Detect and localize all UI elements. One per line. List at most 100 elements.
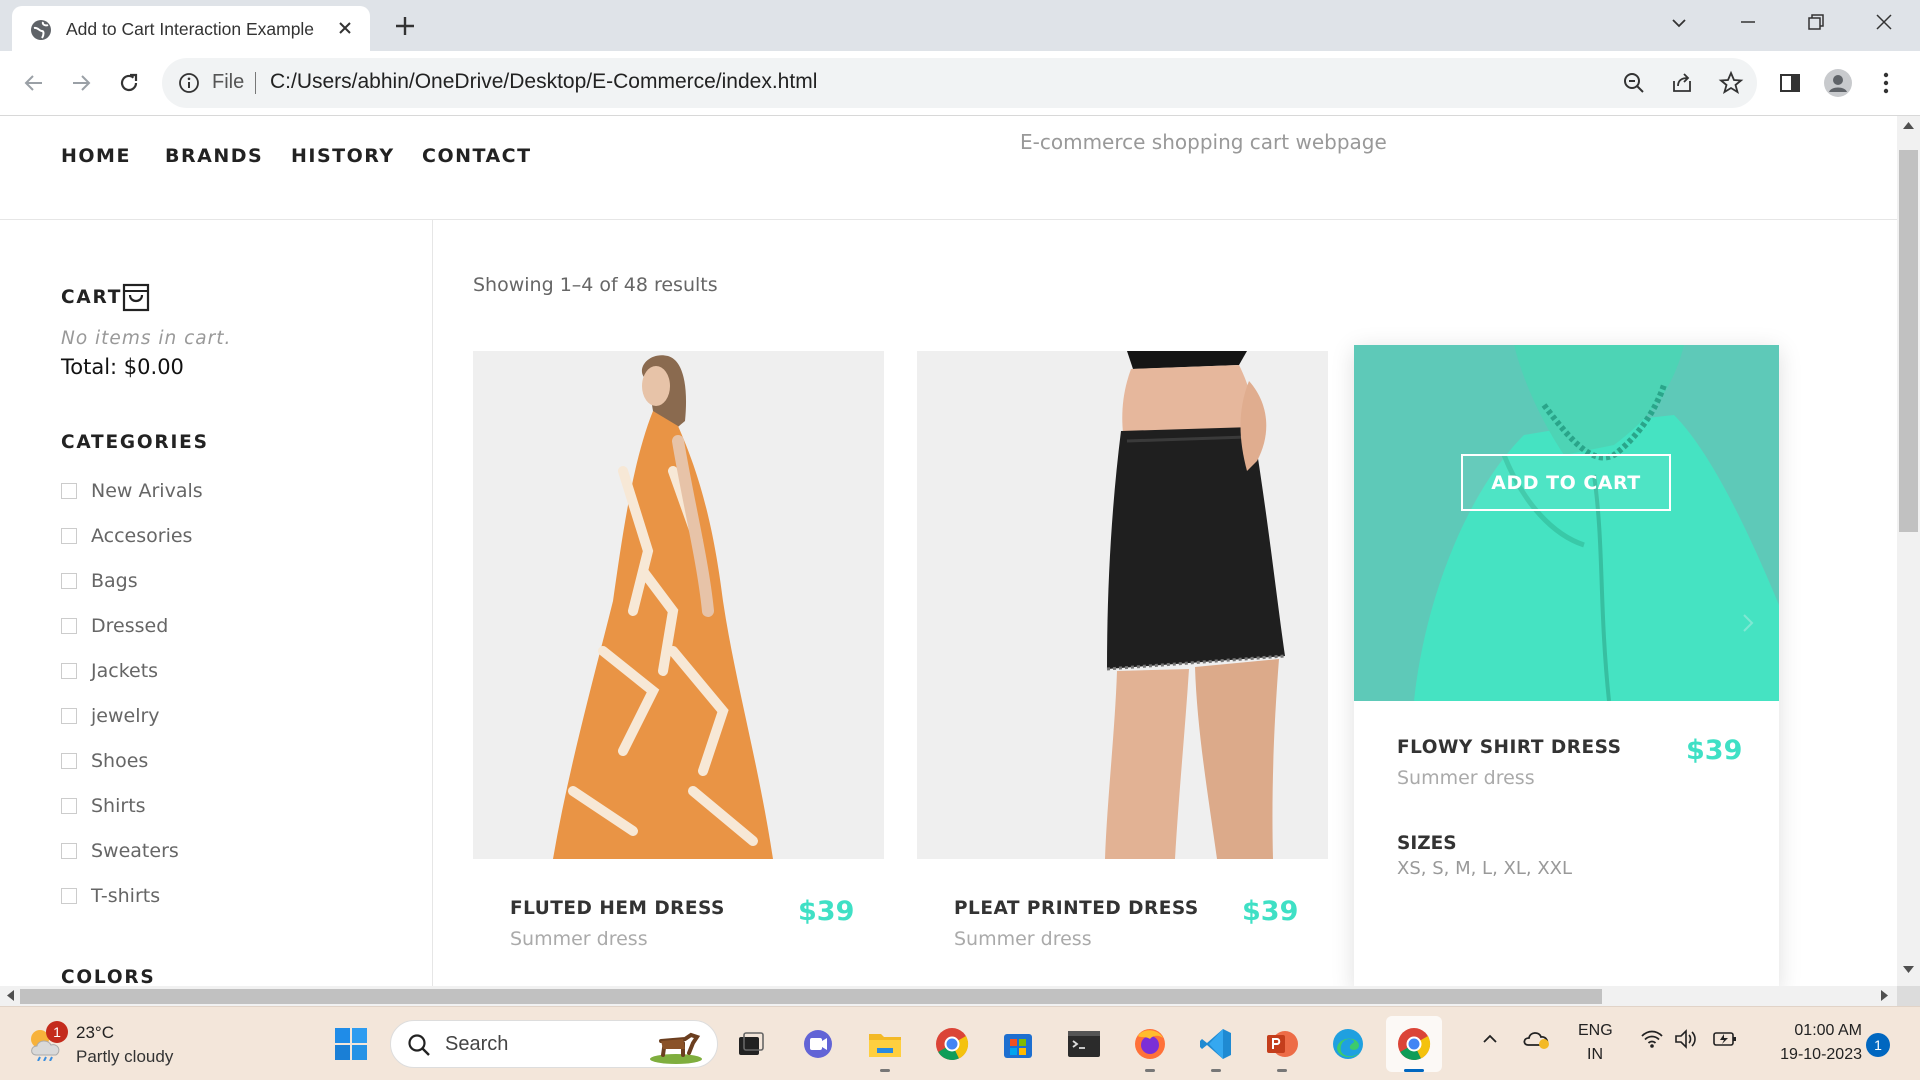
category-item[interactable]: Shoes [61,746,148,776]
category-item[interactable]: New Arivals [61,476,203,506]
profile-avatar-icon[interactable] [1820,65,1856,101]
shopping-bag-icon[interactable] [122,282,150,312]
category-checkbox[interactable] [61,573,77,589]
language-indicator-bottom[interactable]: IN [1587,1046,1603,1064]
weather-badge: 1 [46,1021,68,1043]
scroll-left-arrow-icon[interactable] [6,990,14,1001]
language-indicator-top[interactable]: ENG [1578,1022,1613,1040]
wifi-icon[interactable] [1640,1029,1664,1049]
product-image-flowy-shirt-dress[interactable]: ADD TO CART [1354,345,1779,701]
product-name[interactable]: PLEAT PRINTED DRESS [954,898,1199,919]
vertical-scroll-thumb[interactable] [1899,150,1918,532]
tab-search-chevron-icon[interactable] [1668,12,1690,34]
category-checkbox[interactable] [61,888,77,904]
page-subtitle: E-commerce shopping cart webpage [1020,130,1387,154]
cart-heading: CART [61,287,123,308]
scroll-right-arrow-icon[interactable] [1881,990,1889,1001]
category-label: Accesories [91,525,193,547]
category-item[interactable]: Jackets [61,656,158,686]
volume-icon[interactable] [1674,1029,1700,1049]
kebab-menu-icon[interactable] [1868,65,1904,101]
clock-date[interactable]: 19-10-2023 [1762,1046,1862,1064]
close-window-icon[interactable] [1874,12,1894,32]
vscode-icon[interactable] [1192,1020,1240,1068]
product-image-pleat-printed-dress[interactable] [917,351,1328,859]
running-indicator [1277,1069,1287,1072]
new-tab-icon[interactable] [392,13,418,39]
sizes-heading: SIZES [1397,833,1457,854]
chrome-active-icon[interactable] [1390,1020,1438,1068]
zoom-icon[interactable] [1622,71,1646,95]
browser-tab[interactable]: Add to Cart Interaction Example [12,6,370,51]
taskbar-search-box[interactable]: Search [390,1020,718,1068]
nav-contact-link[interactable]: CONTACT [422,145,532,167]
url-text[interactable]: C:/Users/abhin/OneDrive/Desktop/E-Commer… [270,70,817,94]
file-explorer-icon[interactable] [861,1020,909,1068]
clock-time[interactable]: 01:00 AM [1774,1022,1862,1040]
scroll-up-arrow-icon[interactable] [1903,121,1914,129]
category-checkbox[interactable] [61,618,77,634]
minimize-icon[interactable] [1738,12,1758,32]
category-checkbox[interactable] [61,663,77,679]
category-item[interactable]: T-shirts [61,881,160,911]
nav-history-link[interactable]: HISTORY [291,145,395,167]
onedrive-icon[interactable] [1522,1027,1552,1051]
bookmark-star-icon[interactable] [1718,70,1744,96]
share-icon[interactable] [1670,71,1694,95]
back-arrow-icon[interactable] [16,65,52,101]
web-page: HOME BRANDS HISTORY CONTACT E-commerce s… [0,116,1897,986]
product-subtitle: Summer dress [954,928,1092,950]
category-item[interactable]: Bags [61,566,138,596]
firefox-icon[interactable] [1126,1020,1174,1068]
browser-toolbar: File C:/Users/abhin/OneDrive/Desktop/E-C… [0,51,1920,116]
terminal-icon[interactable] [1060,1020,1108,1068]
scroll-down-arrow-icon[interactable] [1903,966,1914,974]
powerpoint-icon[interactable] [1258,1020,1306,1068]
info-icon[interactable] [178,72,200,94]
category-checkbox[interactable] [61,708,77,724]
category-checkbox[interactable] [61,798,77,814]
category-item[interactable]: Dressed [61,611,168,641]
category-label: Jackets [91,660,159,682]
product-card-flowy-shirt-dress[interactable]: ADD TO CART FLOWY SHIRT DRESS Summer dre… [1354,345,1779,986]
horizontal-scroll-thumb[interactable] [20,989,1602,1004]
task-view-icon[interactable] [727,1020,775,1068]
category-checkbox[interactable] [61,843,77,859]
globe-icon [30,19,52,41]
product-name[interactable]: FLOWY SHIRT DRESS [1397,737,1621,758]
battery-charging-icon[interactable] [1712,1029,1738,1049]
category-item[interactable]: jewelry [61,701,160,731]
microsoft-store-icon[interactable] [994,1020,1042,1068]
category-checkbox[interactable] [61,483,77,499]
close-tab-icon[interactable] [337,20,353,36]
forward-arrow-icon[interactable] [63,65,99,101]
category-item[interactable]: Accesories [61,521,192,551]
category-checkbox[interactable] [61,753,77,769]
nav-divider [0,219,1897,220]
cart-empty-message: No items in cart. [61,328,232,349]
nav-home-link[interactable]: HOME [61,145,131,167]
categories-heading: CATEGORIES [61,432,209,453]
chrome-icon[interactable] [928,1020,976,1068]
address-bar[interactable]: File C:/Users/abhin/OneDrive/Desktop/E-C… [162,58,1757,108]
category-label: Dressed [91,615,169,637]
edge-icon[interactable] [1324,1020,1372,1068]
category-item[interactable]: Sweaters [61,836,179,866]
side-panel-icon[interactable] [1772,65,1808,101]
add-to-cart-button[interactable]: ADD TO CART [1461,454,1671,511]
nav-brands-link[interactable]: BRANDS [165,145,263,167]
running-indicator [1145,1069,1155,1072]
teams-chat-icon[interactable] [794,1020,842,1068]
windows-start-icon[interactable] [327,1020,375,1068]
weather-temperature[interactable]: 23°C [76,1023,114,1043]
category-checkbox[interactable] [61,528,77,544]
category-item[interactable]: Shirts [61,791,146,821]
weather-description[interactable]: Partly cloudy [76,1047,173,1067]
category-label: Shirts [91,795,146,817]
tray-overflow-chevron-icon[interactable] [1480,1029,1500,1049]
notification-badge[interactable]: 1 [1866,1033,1890,1057]
product-name[interactable]: FLUTED HEM DRESS [510,898,725,919]
restore-icon[interactable] [1806,12,1826,32]
product-image-fluted-hem-dress[interactable] [473,351,884,859]
reload-icon[interactable] [111,65,147,101]
